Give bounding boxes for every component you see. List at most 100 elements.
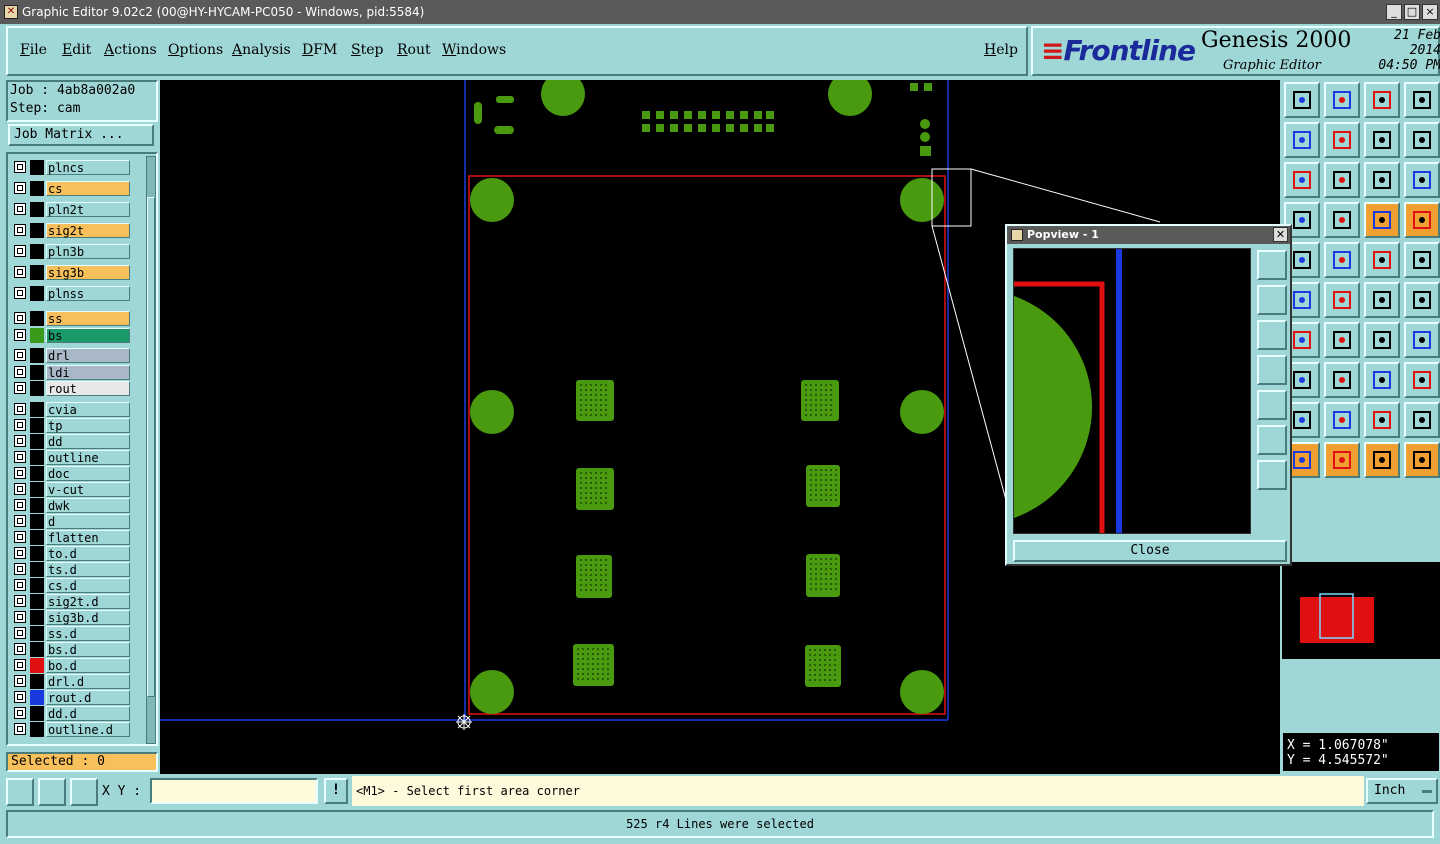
- grid-snap-icon[interactable]: [70, 778, 98, 806]
- layer-name[interactable]: plncs: [46, 160, 130, 175]
- layer-name[interactable]: sig2t.d: [46, 593, 130, 609]
- layer-row-pln3b[interactable]: pln3b: [12, 244, 132, 259]
- layer-name[interactable]: outline: [46, 449, 130, 465]
- path-select-icon[interactable]: [1404, 442, 1440, 478]
- pv-center-icon[interactable]: [1257, 460, 1287, 490]
- zoom-ratio-icon[interactable]: [1364, 162, 1400, 198]
- layer-name[interactable]: to.d: [46, 545, 130, 561]
- select-orange-icon[interactable]: [1324, 442, 1360, 478]
- layer-name[interactable]: drl.d: [46, 673, 130, 689]
- layer-color-swatch[interactable]: [30, 513, 44, 529]
- layer-color-swatch[interactable]: [30, 481, 44, 497]
- arrow-node2-icon[interactable]: [1404, 282, 1440, 318]
- layer-row-ss[interactable]: ss: [12, 311, 132, 326]
- layer-row-sig3b-d[interactable]: sig3b.d: [12, 609, 132, 625]
- layer-row-sig3b[interactable]: sig3b: [12, 265, 132, 280]
- layer-row-pln2t[interactable]: pln2t: [12, 202, 132, 217]
- layer-color-swatch[interactable]: [30, 609, 44, 625]
- fit-width-icon[interactable]: [1364, 362, 1400, 398]
- layer-color-swatch[interactable]: [30, 181, 44, 196]
- layer-name[interactable]: ldi: [46, 364, 130, 380]
- layer-color-swatch[interactable]: [30, 721, 44, 737]
- layer-row-drl[interactable]: drl: [12, 348, 132, 363]
- layer-row-rout[interactable]: rout: [12, 381, 132, 396]
- xy-input[interactable]: [150, 778, 318, 804]
- pv-down-icon[interactable]: [1257, 320, 1287, 350]
- home-view-icon[interactable]: [1364, 82, 1400, 118]
- menu-actions[interactable]: Actions: [104, 42, 157, 58]
- layer-row-doc[interactable]: doc: [12, 465, 132, 481]
- layer-name[interactable]: bs.d: [46, 641, 130, 657]
- layer-checkbox[interactable]: [14, 365, 26, 378]
- pv-right-icon[interactable]: [1257, 390, 1287, 420]
- layer-color-swatch[interactable]: [30, 689, 44, 705]
- undo-view-icon[interactable]: [1364, 122, 1400, 158]
- layer-name[interactable]: flatten: [46, 529, 130, 545]
- menu-dfm[interactable]: DFM: [302, 42, 337, 58]
- layer-color-swatch[interactable]: [30, 465, 44, 481]
- layer-color-swatch[interactable]: [30, 401, 44, 417]
- popview-canvas[interactable]: [1013, 248, 1251, 534]
- layer-name[interactable]: pln2t: [46, 202, 130, 217]
- circle-icon[interactable]: [1404, 242, 1440, 278]
- zoom-area-icon[interactable]: [6, 778, 34, 806]
- layer-color-swatch[interactable]: [30, 657, 44, 673]
- unit-selector[interactable]: Inch: [1366, 778, 1438, 804]
- layer-checkbox[interactable]: [14, 642, 26, 655]
- pv-fit-icon[interactable]: [1257, 425, 1287, 455]
- draw-line2-icon[interactable]: [1324, 322, 1360, 358]
- layer-row-dd-d[interactable]: dd.d: [12, 705, 132, 721]
- shape-a4-icon[interactable]: [1404, 402, 1440, 438]
- layer-row-outline-d[interactable]: outline.d: [12, 721, 132, 737]
- layer-color-swatch[interactable]: [30, 561, 44, 577]
- zoom-center-icon[interactable]: [1324, 162, 1360, 198]
- layer-checkbox[interactable]: [14, 514, 26, 527]
- layer-name[interactable]: ss.d: [46, 625, 130, 641]
- layer-name[interactable]: rout: [46, 381, 130, 396]
- layer-color-swatch[interactable]: [30, 348, 44, 363]
- select-alt-icon[interactable]: [1364, 442, 1400, 478]
- layer-checkbox[interactable]: [14, 706, 26, 719]
- layer-checkbox[interactable]: [14, 626, 26, 639]
- minus-icon[interactable]: [1324, 362, 1360, 398]
- layer-name[interactable]: cs: [46, 181, 130, 196]
- snap-red2-icon[interactable]: [1404, 202, 1440, 238]
- layer-checkbox[interactable]: [14, 418, 26, 431]
- layer-row-v-cut[interactable]: v-cut: [12, 481, 132, 497]
- layer-row-bo-d[interactable]: bo.d: [12, 657, 132, 673]
- layer-row-sig2t-d[interactable]: sig2t.d: [12, 593, 132, 609]
- pan-left-icon[interactable]: [1284, 122, 1320, 158]
- layer-name[interactable]: bs: [46, 327, 130, 343]
- layer-checkbox[interactable]: [14, 658, 26, 671]
- layer-color-swatch[interactable]: [30, 160, 44, 175]
- layer-color-swatch[interactable]: [30, 625, 44, 641]
- layer-row-dd[interactable]: dd: [12, 433, 132, 449]
- job-matrix-button[interactable]: Job Matrix ...: [8, 124, 154, 146]
- layer-checkbox[interactable]: [14, 546, 26, 559]
- zoom-fit-icon[interactable]: [1284, 162, 1320, 198]
- layer-scrollbar[interactable]: [146, 156, 156, 744]
- layer-name[interactable]: ts.d: [46, 561, 130, 577]
- measure-icon[interactable]: [38, 778, 66, 806]
- layer-row-d[interactable]: d: [12, 513, 132, 529]
- minimize-button[interactable]: _: [1386, 4, 1402, 20]
- menu-windows[interactable]: Windows: [442, 42, 506, 58]
- layer-checkbox[interactable]: [14, 594, 26, 607]
- layer-color-swatch[interactable]: [30, 673, 44, 689]
- layer-row-ss-d[interactable]: ss.d: [12, 625, 132, 641]
- menu-help[interactable]: Help: [984, 42, 1018, 58]
- layer-color-swatch[interactable]: [30, 286, 44, 301]
- layer-color-swatch[interactable]: [30, 265, 44, 280]
- layer-row-plnss[interactable]: plnss: [12, 286, 132, 301]
- arrow-node-icon[interactable]: [1364, 282, 1400, 318]
- menu-edit[interactable]: Edit: [62, 42, 91, 58]
- menu-analysis[interactable]: Analysis: [232, 42, 291, 58]
- layer-row-ts-d[interactable]: ts.d: [12, 561, 132, 577]
- split-icon[interactable]: [1404, 322, 1440, 358]
- layer-name[interactable]: ss: [46, 311, 130, 326]
- layer-row-outline[interactable]: outline: [12, 449, 132, 465]
- layer-checkbox[interactable]: [14, 466, 26, 479]
- close-step-icon[interactable]: [1324, 82, 1360, 118]
- popview-title-bar[interactable]: Popview - 1 ✕: [1007, 226, 1290, 244]
- open-step-icon[interactable]: [1284, 82, 1320, 118]
